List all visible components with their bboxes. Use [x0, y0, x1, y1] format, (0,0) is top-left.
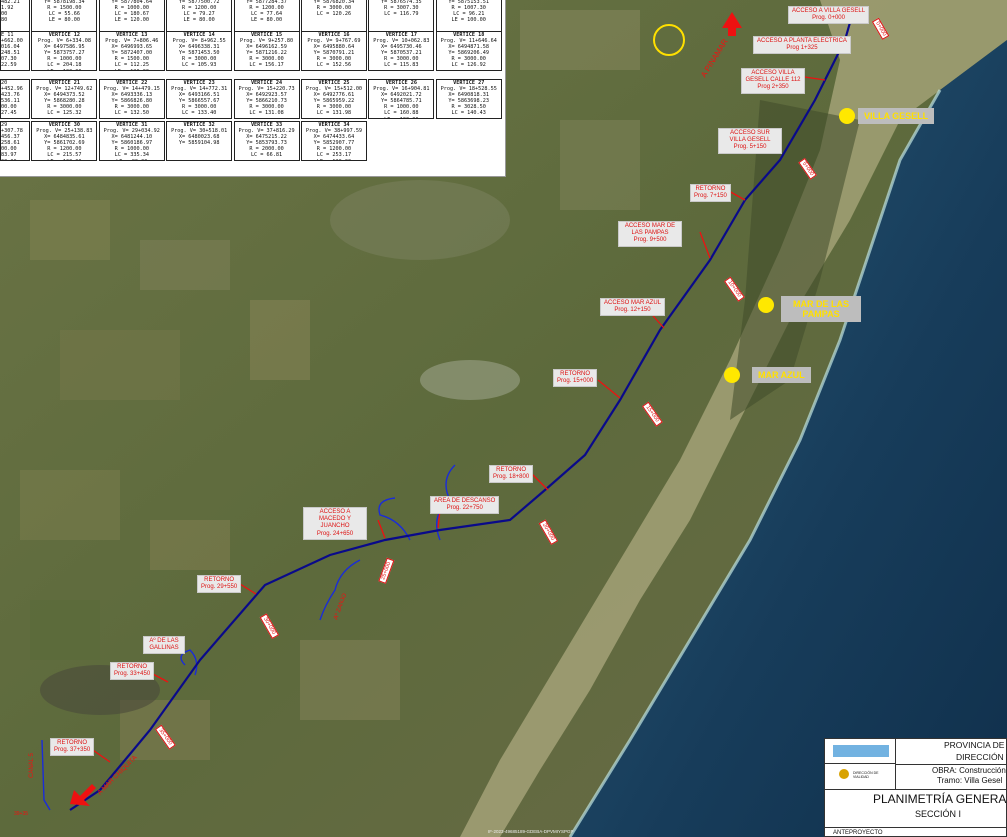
vertex-cell: VERTICE 34 Prog. V= 38+997.59 X= 6474433.6… — [300, 121, 367, 161]
callout-prog: Prog. 15+000 — [557, 378, 594, 385]
vertex-cell-partial: 29+307.78456.37258.6100.0083.9720.00 — [0, 121, 30, 161]
vertex-cell: VERTICE 32 Prog. V= 30+518.01 X= 6480023.6… — [166, 121, 233, 161]
callout-prog: Prog. 33+450 — [114, 671, 151, 678]
vertex-cell: VERTICE 18 Prog. V= 11+646.64 X= 6494871.5… — [435, 31, 502, 71]
callout-label: RETORNO Prog. 29+550 — [197, 575, 242, 594]
callout-title: ACCESO MAR AZUL — [604, 300, 662, 306]
vertex-cell: VERTICE 23 Prog. V= 14+772.31 X= 6493166.5… — [166, 79, 233, 119]
callout-title: RETORNO — [560, 371, 591, 377]
start-mark-label: 39+35 — [14, 811, 28, 817]
callout-label: ACCESO MAR DE LAS PAMPAS Prog. 9+500 — [618, 221, 682, 247]
callout-title: AREA DE DESCANSO — [434, 498, 496, 504]
vertex-cell-partial: 496.62482.211.920080 — [0, 0, 30, 32]
work-text: OBRA: Construcción — [932, 766, 1006, 775]
vertex-cell-partial: E 11 +662.00 016.04 248.51 07.30 22.59 — [0, 31, 30, 71]
vertex-cell: VERTICE 12 Prog. V= 6+334.08 X= 6497586.95… — [31, 31, 98, 71]
mar-azul-marker — [724, 367, 740, 383]
vertex-cell: X= 6500024.85Y= 5877284.37R = 1200.00LC … — [233, 0, 300, 32]
vertex-cell: VERTICE 25 Prog. V= 15+512.00 X= 6492776.6… — [300, 79, 367, 119]
callout-label: RETORNO Prog. 7+150 — [690, 184, 731, 203]
callout-prog: Prog 1+325 — [786, 45, 818, 52]
plan-title: PLANIMETRÍA GENERAL — [873, 792, 1007, 806]
callout-title: RETORNO — [695, 186, 726, 192]
callout-title: ACCESO MAR DE LAS PAMPAS — [624, 223, 676, 237]
direction-text: DIRECCIÓN D — [956, 752, 1007, 762]
callout-title: RETORNO — [204, 577, 235, 583]
callout-prog: Prog. 22+750 — [446, 505, 483, 512]
callout-title: ACCESO A VILLA GESELL — [792, 8, 866, 14]
vertex-cell-partial: 20 +452.96 423.76 536.11 00.00 27.45 — [0, 79, 30, 119]
vertex-cell: X= 6500460.64Y= 5878198.34R = 1500.00LC … — [31, 0, 98, 32]
callout-label: Aº DE LAS GALLINAS — [143, 636, 185, 655]
callout-label: ACCESO SUR VILLA GESELL Prog. 5+150 — [718, 128, 782, 154]
canal-5-label: CANAL 5 — [29, 753, 35, 778]
callout-title: Aº DE LAS GALLINAS — [149, 638, 179, 652]
phase-text: ANTEPROYECTO — [833, 830, 883, 836]
callout-label: ACCESO A PLANTA ELECTRICA Prog 1+325 — [753, 36, 851, 55]
callout-prog: Prog 2+350 — [757, 84, 789, 91]
callout-label: ACCESO A VILLA GESELL Prog. 0+000 — [788, 6, 870, 25]
province-text: PROVINCIA DE B — [944, 740, 1007, 750]
vertex-cell: X= 6500369.81Y= 5877804.64R = 1000.00LC … — [98, 0, 165, 32]
vertex-table: 496.62482.211.920080X= 6500460.64Y= 5878… — [0, 0, 506, 177]
vertex-cell: VERTICE 22 Prog. V= 14+479.15 X= 6493336.1… — [98, 79, 165, 119]
callout-title: ACCESO A PLANTA ELECTRICA — [757, 38, 847, 44]
callout-label: AREA DE DESCANSO Prog. 22+750 — [430, 496, 500, 515]
callout-prog: Prog. 24+650 — [316, 530, 354, 537]
vertex-cell: VERTICE 26 Prog. V= 16+904.81 X= 6492021.7… — [368, 79, 435, 119]
vertex-cell: VERTICE 13 Prog. V= 7+806.46 X= 6496993.65… — [98, 31, 165, 71]
callout-prog: Prog. 12+150 — [614, 307, 651, 314]
province-logo — [833, 745, 889, 757]
callout-prog: Prog. 29+550 — [201, 584, 238, 591]
callout-title: RETORNO — [496, 467, 527, 473]
callout-prog: Prog. 18+800 — [493, 474, 530, 481]
callout-title: RETORNO — [57, 740, 88, 746]
dept-small: DIRECCIÓN DE VIALIDAD — [853, 771, 879, 779]
place-label: VILLA GESELL — [858, 108, 935, 124]
callout-title: ACCESO VILLA GESELL CALLE 112 — [745, 70, 801, 84]
callout-label: RETORNO Prog. 37+350 — [50, 738, 95, 757]
section-text: SECCIÓN I — [915, 809, 962, 819]
mar-de-las-pampas-marker — [758, 297, 774, 313]
vertex-cell: X= 6499623.12Y= 5876574.35R = 3007.30LC … — [368, 0, 435, 32]
vertex-cell: VERTICE 27 Prog. V= 18+528.55 X= 6490818.3… — [435, 79, 502, 119]
callout-title: ACCESO SUR VILLA GESELL — [729, 130, 771, 144]
vertex-cell: VERTICE 14 Prog. V= 8+962.55 X= 6496338.31… — [166, 31, 233, 71]
callout-label: RETORNO Prog. 18+800 — [489, 465, 534, 484]
place-label: MAR AZUL — [752, 367, 811, 383]
callout-label: ACCESO A MACEDO Y JUANCHO Prog. 24+650 — [303, 507, 367, 540]
callout-label: ACCESO MAR AZUL Prog. 12+150 — [600, 298, 666, 317]
callout-title: RETORNO — [117, 664, 148, 670]
callout-prog: Prog. 7+150 — [694, 193, 727, 200]
callout-label: ACCESO VILLA GESELL CALLE 112 Prog 2+350 — [741, 68, 805, 94]
callout-label: RETORNO Prog. 15+000 — [553, 369, 598, 388]
title-block: DIRECCIÓN DE VIALIDAD PROVINCIA DE B DIR… — [824, 738, 1007, 837]
vertex-cell: VERTICE 17 Prog. V= 10+062.83 X= 6495730.4… — [368, 31, 435, 71]
vertex-cell: VERTICE 33 Prog. V= 37+816.29 X= 6475215.2… — [233, 121, 300, 161]
callout-prog: Prog. 37+350 — [54, 747, 91, 754]
vertex-cell: X= 6499753.85Y= 5876820.34R = 3000.00LC … — [300, 0, 367, 32]
dvba-logo-icon — [839, 769, 849, 779]
callout-prog: Prog. 0+000 — [812, 15, 845, 22]
vertex-cell: VERTICE 16 Prog. V= 9+767.69 X= 6495880.64… — [300, 31, 367, 71]
callout-prog: Prog. 5+150 — [733, 144, 767, 151]
callout-label: RETORNO Prog. 33+450 — [110, 662, 155, 681]
tramo-text: Tramo: Villa Gesel — [937, 776, 1003, 785]
vertex-cell: VERTICE 21 Prog. V= 12+749.62 X= 6494373.5… — [31, 79, 98, 119]
vertex-cell: VERTICE 30 Prog. V= 25+138.83 X= 6484835.6… — [31, 121, 98, 161]
villa-gesell-marker — [839, 108, 855, 124]
place-label: MAR DE LAS PAMPAS — [781, 296, 861, 322]
callout-title: ACCESO A MACEDO Y JUANCHO — [319, 509, 351, 530]
callout-prog: Prog. 9+500 — [633, 237, 667, 244]
vertex-cell: VERTICE 24 Prog. V= 15+220.73 X= 6492923.5… — [233, 79, 300, 119]
vertex-cell: VERTICE 15 Prog. V= 9+257.80 X= 6496162.59… — [233, 31, 300, 71]
vertex-cell: X= 6498795.71Y= 5875153.51R = 1007.30LC … — [435, 0, 502, 32]
vertex-cell: VERTICE 31 Prog. V= 29+034.92 X= 6481244.1… — [98, 121, 165, 161]
bottom-code: IF-2023-49685189-GDEBA-DPVMIYSPGP — [488, 829, 574, 834]
vertex-cell: X= 6500192.81Y= 5877500.72R = 1200.00LC … — [166, 0, 233, 32]
